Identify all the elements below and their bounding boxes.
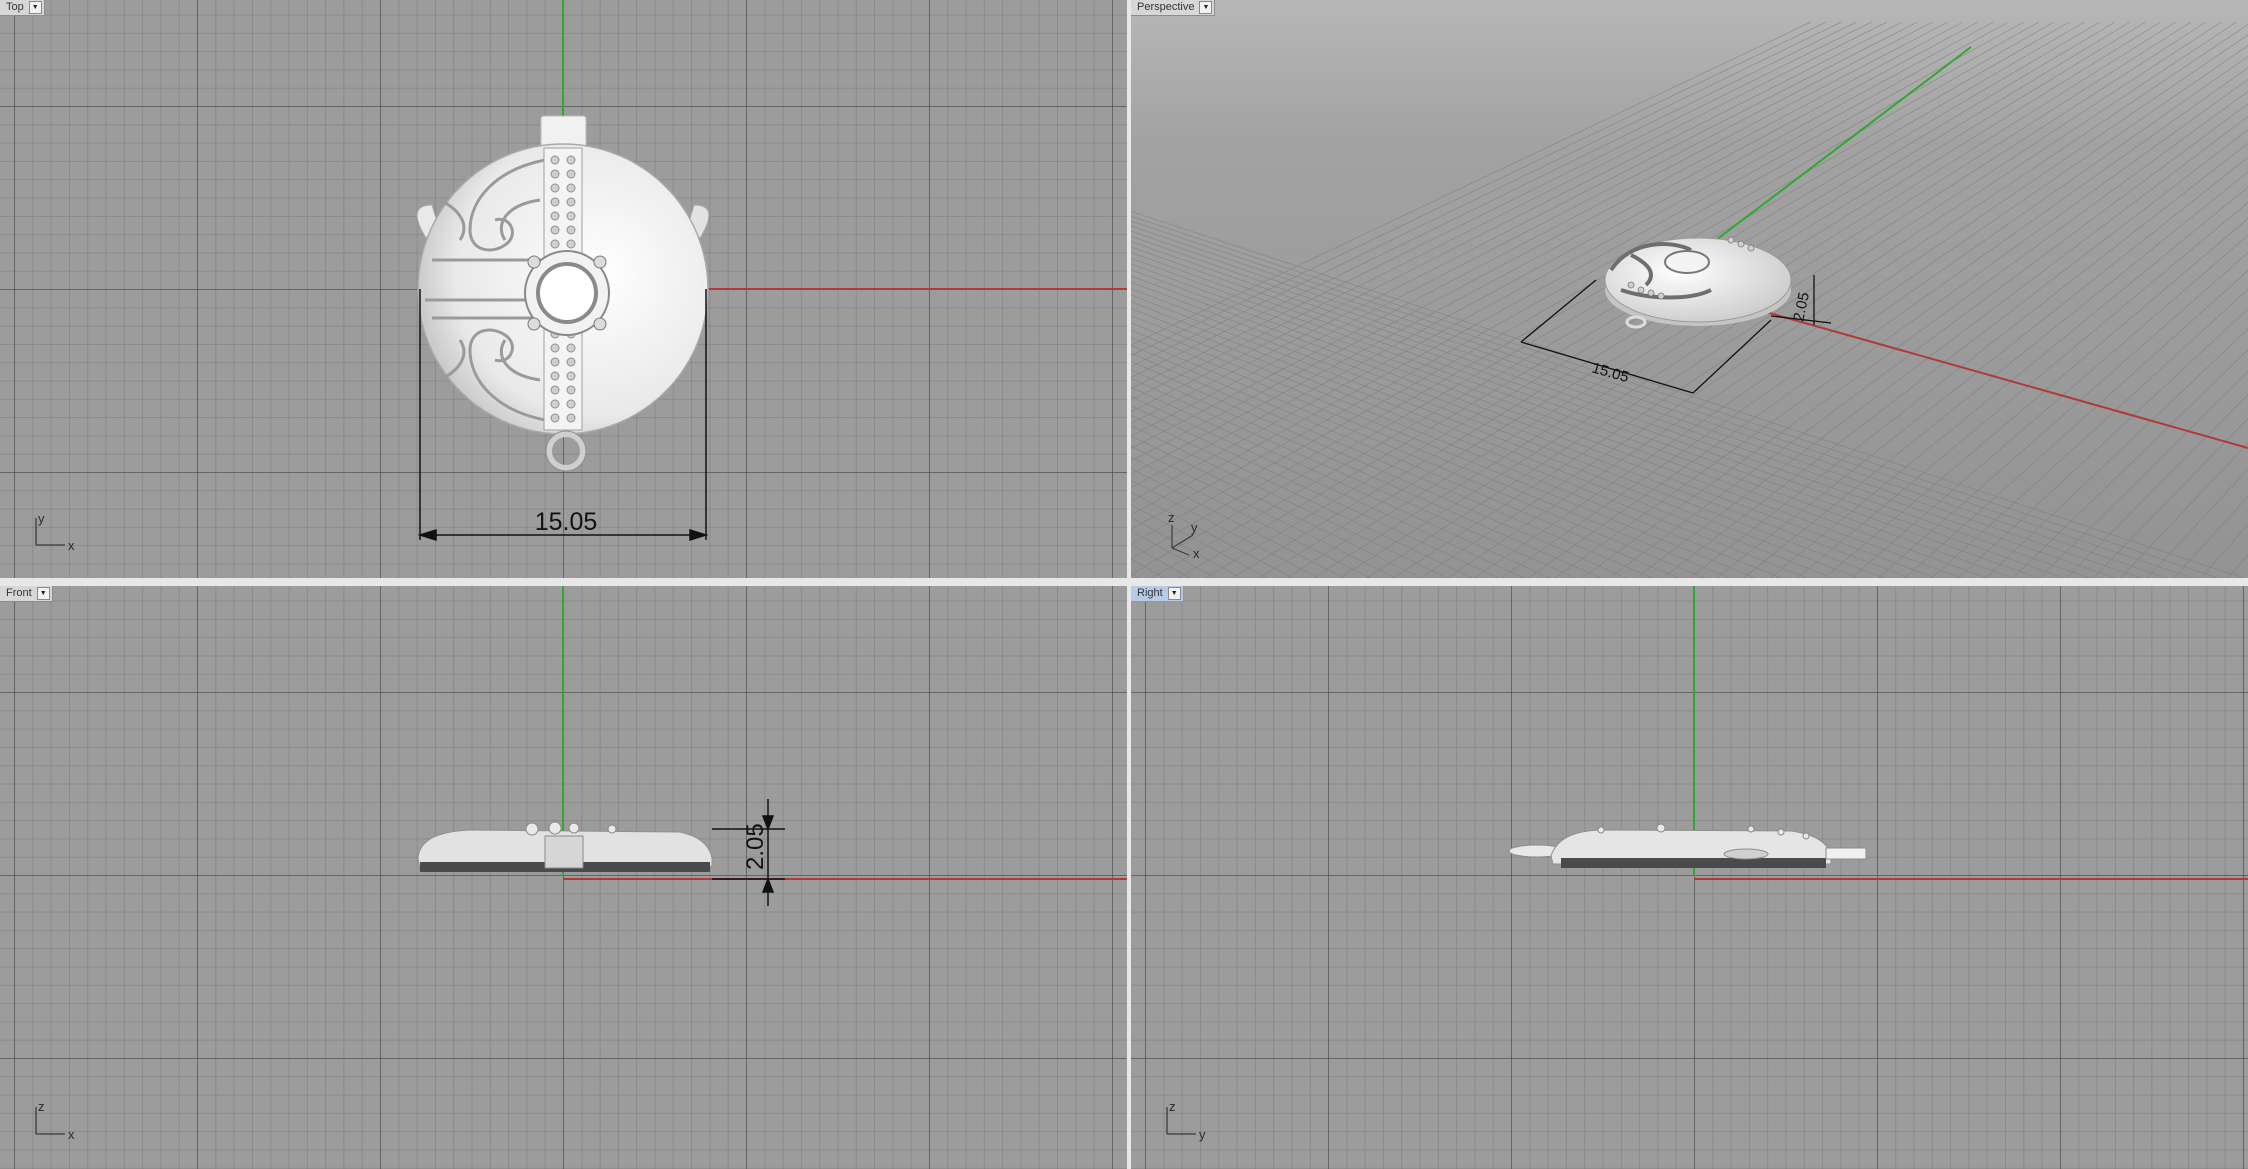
front-view-scene: 2.05 z x [35, 586, 1127, 1142]
axis-label-y: y [1199, 1127, 1206, 1142]
viewport-tab-right[interactable]: Right ▼ [1131, 586, 1184, 602]
pendant-model[interactable] [1604, 236, 1792, 329]
viewport-front[interactable]: Front ▼ 2.05 z x [0, 586, 1127, 1169]
viewport-title: Top [6, 1, 24, 13]
triangle-down-icon[interactable]: ▼ [28, 1, 42, 14]
axis-label-x: x [68, 1127, 75, 1142]
pendant-model[interactable] [417, 821, 713, 872]
viewport-right[interactable]: Right ▼ z y [1131, 586, 2248, 1169]
triangle-down-icon[interactable]: ▼ [36, 587, 50, 600]
axis-label-y: y [1191, 520, 1198, 535]
pendant-model[interactable] [1508, 823, 1867, 868]
viewport-title: Right [1137, 587, 1163, 599]
top-view-scene: 15.05 y x [35, 0, 1127, 553]
viewport-tab-front[interactable]: Front ▼ [0, 586, 53, 602]
axis-label-z: z [38, 1099, 45, 1114]
pendant-base [1561, 858, 1826, 868]
axis-label-z: z [1168, 510, 1175, 525]
viewport-tab-top[interactable]: Top ▼ [0, 0, 45, 16]
viewport-perspective[interactable]: Perspective ▼ 15.05 2.05 z y x [1131, 0, 2248, 578]
right-view-scene: z y [1166, 586, 2248, 1142]
stone-setting-inner [536, 262, 598, 324]
triangle-down-icon[interactable]: ▼ [1199, 1, 1213, 14]
jump-ring [546, 431, 586, 471]
dimension-label: 15.05 [535, 508, 598, 536]
dimension-label: 2.05 [742, 823, 769, 870]
pendant-bail-side [1825, 847, 1867, 860]
axis-label-x: x [1193, 546, 1200, 561]
viewport-title: Front [6, 587, 32, 599]
pendant-model[interactable] [416, 115, 710, 472]
axis-label-z: z [1169, 1099, 1176, 1114]
viewport-top[interactable]: Top ▼ 15.05 y x [0, 0, 1127, 578]
pendant-ear-side [1723, 848, 1769, 860]
viewport-title: Perspective [1137, 1, 1195, 13]
axis-label-y: y [38, 511, 45, 526]
axis-label-x: x [68, 538, 75, 553]
stone-setting-side [544, 835, 584, 869]
stone-setting [1664, 250, 1710, 274]
triangle-down-icon[interactable]: ▼ [1167, 587, 1181, 600]
viewport-tab-perspective[interactable]: Perspective ▼ [1131, 0, 1216, 16]
perspective-view-scene: 15.05 2.05 z y x [1131, 0, 2248, 578]
